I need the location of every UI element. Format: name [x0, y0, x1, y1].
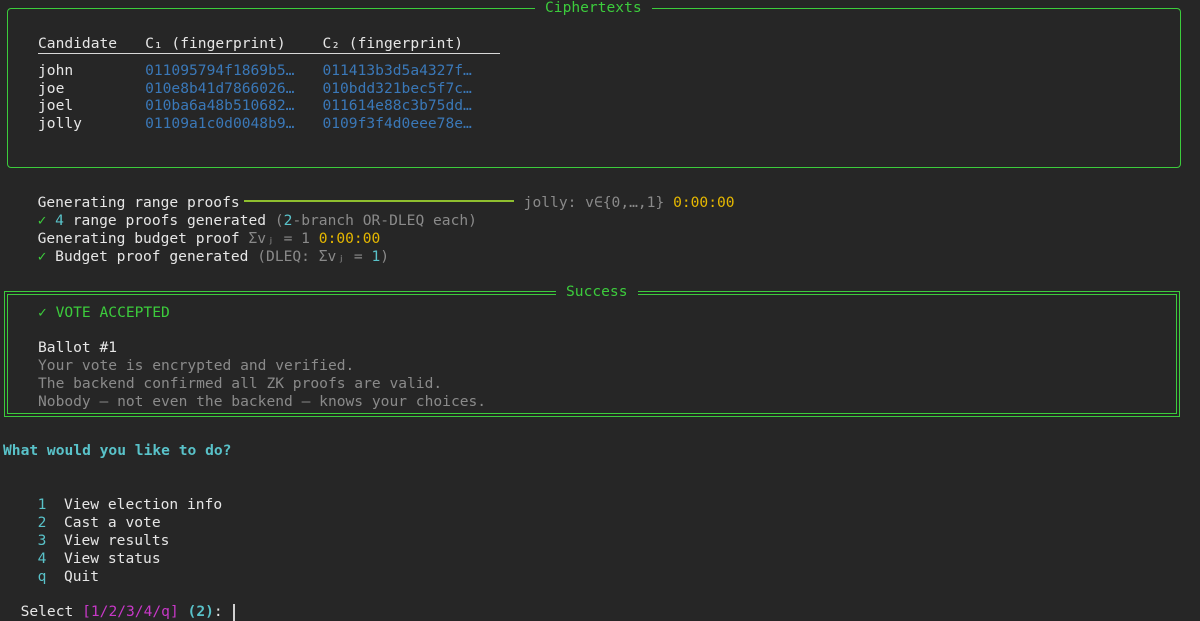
menu-option-3[interactable]: 3 View results [20, 514, 170, 549]
candidate-name: joe [38, 79, 65, 97]
candidate-name: joel [38, 97, 74, 115]
menu-option-2[interactable]: 2 Cast a vote [20, 496, 161, 531]
budget-done-detail-b: ) [380, 248, 390, 265]
select-label: Select [20, 603, 83, 620]
range-progress-time: 0:00:00 [673, 194, 735, 211]
table-row: john 011095794f1869b5… 011413b3d5a4327f… [38, 54, 500, 80]
range-progress-detail: jolly: v∈{0,…,1} [523, 194, 665, 211]
range-proofs-done: ✓ 4 range proofs generated (2-branch OR-… [20, 194, 477, 229]
header-candidate: Candidate [38, 33, 146, 54]
c1-fingerprint: 010ba6a48b510682… [145, 97, 295, 115]
budget-done-detail-a: (DLEQ: Σvⱼ = [257, 248, 372, 265]
header-c2: C₂ (fingerprint) [322, 33, 500, 54]
select-choices: [1/2/3/4/q] [82, 603, 179, 620]
success-message-line: Your vote is encrypted and verified. [38, 357, 355, 374]
c1-fingerprint: 011095794f1869b5… [145, 62, 295, 79]
select-default: (2) [187, 603, 214, 620]
ciphertexts-table: Candidate C₁ (fingerprint) C₂ (fingerpri… [38, 33, 500, 132]
menu-option-label: Quit [63, 568, 100, 585]
budget-done-one: 1 [371, 248, 381, 265]
select-prompt[interactable]: Select [1/2/3/4/q] (2): [3, 585, 235, 621]
c2-fingerprint: 0109f3f4d0eee78e… [322, 114, 472, 132]
budget-proof-done: ✓ Budget proof generated (DLEQ: Σvⱼ = 1) [20, 230, 390, 265]
ballot-number: Ballot #1 [38, 339, 118, 356]
budget-done-text: Budget proof generated [46, 248, 258, 265]
table-row: joe 010e8b41d7866026… 010bdd321bec5f7c… [38, 80, 500, 98]
c1-fingerprint: 010e8b41d7866026… [145, 79, 295, 97]
success-message-line: Nobody — not even the backend — knows yo… [38, 393, 487, 410]
menu-option-1[interactable]: 1 View election info [20, 478, 223, 513]
table-row: joel 010ba6a48b510682… 011614e88c3b75dd… [38, 97, 500, 115]
table-header-row: Candidate C₁ (fingerprint) C₂ (fingerpri… [38, 33, 500, 54]
c2-fingerprint: 011413b3d5a4327f… [322, 62, 472, 79]
select-suffix: : [213, 603, 232, 620]
ciphertexts-title: Ciphertexts [535, 0, 652, 17]
menu-option-quit[interactable]: q Quit [20, 550, 100, 585]
text-cursor[interactable] [233, 603, 235, 621]
header-c1: C₁ (fingerprint) [145, 33, 323, 54]
menu-option-4[interactable]: 4 View status [20, 532, 161, 567]
ciphertexts-panel: Ciphertexts Candidate C₁ (fingerprint) C… [7, 0, 1181, 168]
table-row: jolly 01109a1c0d0048b9… 0109f3f4d0eee78e… [38, 115, 500, 133]
range-done-paren-close: ) [468, 212, 477, 229]
range-proof-progress: Generating range proofs jolly: v∈{0,…,1} … [20, 176, 735, 211]
success-panel: Success ✓ VOTE ACCEPTED Ballot #1 Your v… [4, 283, 1180, 417]
budget-proof-progress: Generating budget proof Σvⱼ = 1 0:00:00 [20, 212, 381, 247]
vote-accepted-heading: ✓ VOTE ACCEPTED [38, 304, 170, 321]
menu-prompt: What would you like to do? [3, 442, 232, 459]
candidate-name: john [38, 62, 74, 79]
success-message-line: The backend confirmed all ZK proofs are … [38, 375, 443, 392]
candidate-name: jolly [38, 114, 82, 132]
success-title: Success [556, 283, 638, 301]
c2-fingerprint: 010bdd321bec5f7c… [322, 79, 472, 97]
menu-option-key: q [37, 568, 47, 585]
c2-fingerprint: 011614e88c3b75dd… [322, 97, 472, 115]
c1-fingerprint: 01109a1c0d0048b9… [145, 114, 295, 132]
